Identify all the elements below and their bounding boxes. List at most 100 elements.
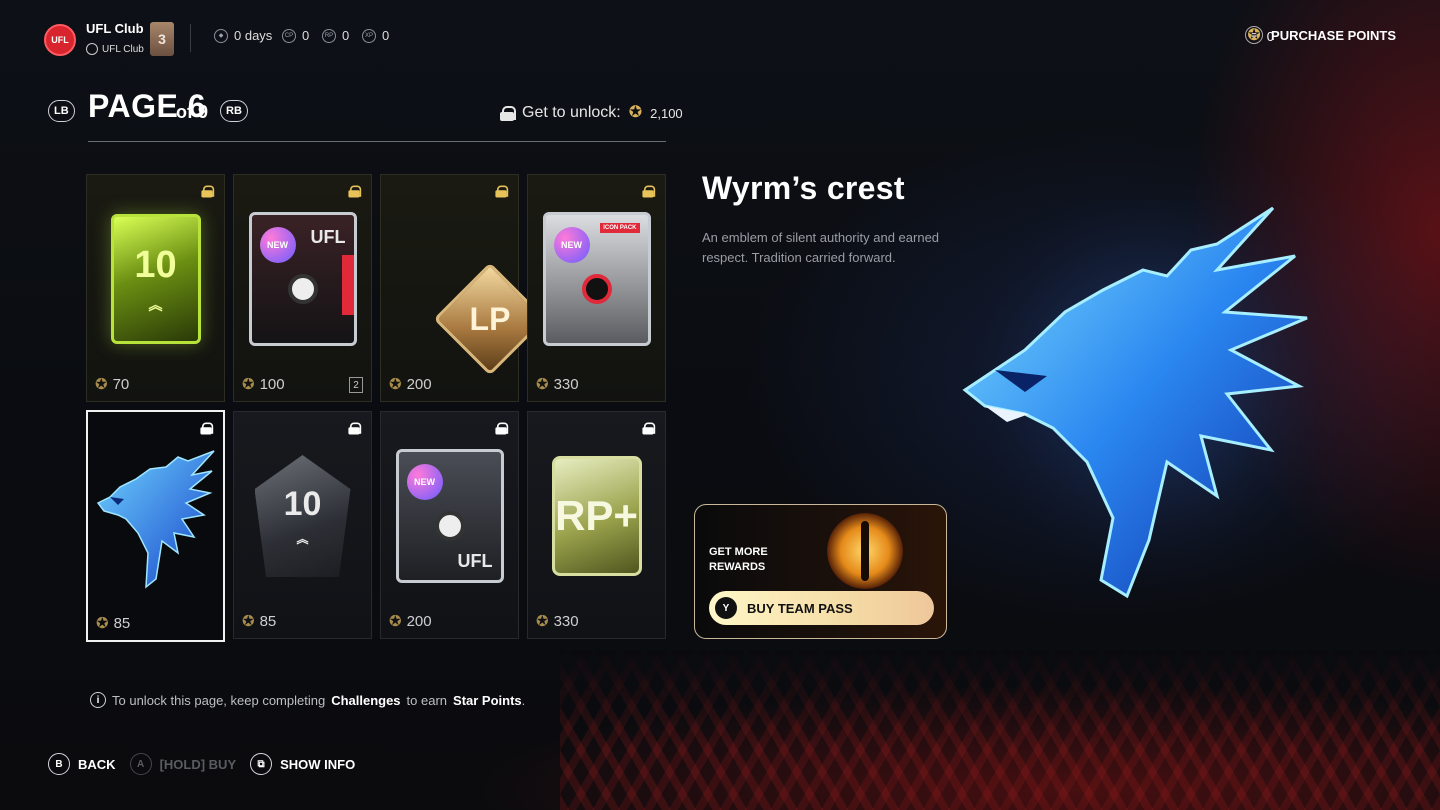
lb-button[interactable]: LB xyxy=(48,100,75,122)
tile-price: ✪ 100 xyxy=(242,376,285,393)
star-icon: ✪ xyxy=(95,376,108,393)
tile-price: ✪ 330 xyxy=(536,376,579,393)
reward-tile-pentagon-badge[interactable]: 10 ︽ ✪ 85 xyxy=(233,411,372,639)
stat-rp-value: 0 xyxy=(342,28,350,43)
stat-rp: RP 0 xyxy=(322,28,349,43)
pack-art: NEW UFL xyxy=(248,212,357,346)
quantity-badge: 2 xyxy=(349,377,363,393)
hint-suffix: . xyxy=(521,692,526,708)
hold-buy-label: [HOLD] BUY xyxy=(159,756,237,772)
view-button-icon: ⧉ xyxy=(250,753,273,775)
tile-price: ✪ 85 xyxy=(96,615,130,632)
reward-tile-lp-diamond[interactable]: LP ✪ 200 xyxy=(380,174,547,402)
unlock-requirement: Get to unlock: ✪ 2,100 xyxy=(500,104,683,122)
background-floor xyxy=(560,650,1440,810)
new-badge: NEW xyxy=(259,227,296,263)
reward-tile-dark-pack[interactable]: NEW UFL ✪ 200 xyxy=(380,411,519,639)
chevron-up-icon: ︽ xyxy=(296,532,309,546)
badge-number: 10 xyxy=(283,485,322,523)
tile-price-value: 200 xyxy=(406,376,432,393)
reward-tile-green-card[interactable]: 10 ︽ ✪ 70 xyxy=(86,174,225,402)
reward-grid: 10 ︽ ✪ 70 NEW UFL ✪ 100 2 LP ✪ 200 NEW I… xyxy=(86,174,668,642)
y-button-icon: Y xyxy=(715,597,737,619)
show-info-label: SHOW INFO xyxy=(280,756,356,772)
stat-xp-value: 0 xyxy=(382,28,390,43)
lock-icon xyxy=(495,185,509,198)
star-icon: ✪ xyxy=(96,615,109,632)
rp-icon: RP xyxy=(322,28,336,43)
stat-xp: XP 0 xyxy=(362,28,389,43)
shield-icon: ◆ xyxy=(214,28,228,43)
back-button[interactable]: B BACK xyxy=(48,753,116,775)
menu-icon: ≡ xyxy=(1245,26,1264,44)
team-pass-promo: GET MORE REWARDS Y BUY TEAM PASS xyxy=(694,504,947,639)
back-label: BACK xyxy=(78,756,116,772)
tile-price-value: 70 xyxy=(112,376,130,393)
tile-price-value: 330 xyxy=(553,613,579,630)
promo-text: GET MORE REWARDS xyxy=(709,545,768,575)
card-number: 10 xyxy=(134,243,177,286)
club-name: UFL Club xyxy=(86,21,144,36)
unlock-label: Get to unlock: xyxy=(522,104,621,121)
dragon-crest-preview xyxy=(955,200,1315,600)
reward-tile-white-pack[interactable]: NEW ICON PACK ✪ 330 xyxy=(527,174,666,402)
buy-team-pass-button[interactable]: Y BUY TEAM PASS xyxy=(709,591,934,625)
club-mini-icon xyxy=(86,43,98,55)
star-icon: ✪ xyxy=(536,613,549,630)
star-icon: ✪ xyxy=(536,376,549,393)
tile-price-value: 330 xyxy=(553,376,579,393)
rb-button[interactable]: RB xyxy=(220,100,248,122)
stat-days-value: 0 days xyxy=(234,28,273,43)
lock-icon xyxy=(348,185,362,198)
icon-pack-tag: ICON PACK xyxy=(600,223,640,233)
lock-icon xyxy=(642,185,656,198)
pack-art: NEW ICON PACK xyxy=(542,212,651,346)
hint-challenges: Challenges xyxy=(331,692,401,708)
tile-price-value: 85 xyxy=(259,613,277,630)
item-description: An emblem of silent authority and earned… xyxy=(702,230,940,265)
hint-middle: to earn xyxy=(406,692,448,708)
tile-price: ✪ 70 xyxy=(95,376,129,393)
a-button-icon: A xyxy=(129,753,152,775)
tile-price: ✪ 330 xyxy=(536,613,579,630)
tile-price: ✪ 200 xyxy=(389,613,432,630)
ball-icon xyxy=(434,511,465,542)
stat-days: ◆ 0 days xyxy=(214,28,272,43)
lock-icon xyxy=(200,422,214,435)
hold-buy-button[interactable]: A [HOLD] BUY xyxy=(129,753,237,775)
purchase-label: PURCHASE POINTS xyxy=(1271,27,1396,43)
promo-line-2: REWARDS xyxy=(709,561,766,573)
lock-icon xyxy=(500,105,516,121)
hint-prefix: To unlock this page, keep completing xyxy=(112,692,326,708)
promo-line-1: GET MORE xyxy=(709,546,768,558)
purchase-points-button[interactable]: ≡ PURCHASE POINTS xyxy=(1245,26,1396,44)
item-title: Wyrm’s crest xyxy=(702,170,905,206)
lp-label: LP xyxy=(469,300,510,337)
stat-cp-value: 0 xyxy=(302,28,310,43)
b-button-icon: B xyxy=(48,753,70,775)
xp-icon: XP xyxy=(362,28,376,43)
star-icon: ✪ xyxy=(242,376,255,393)
lock-icon xyxy=(642,422,656,435)
reward-tile-new-pack[interactable]: NEW UFL ✪ 100 2 xyxy=(233,174,372,402)
top-bar: UFL UFL Club UFL Club 3 ◆ 0 days CP 0 RP… xyxy=(44,18,1404,62)
star-icon: ✪ xyxy=(389,613,402,630)
rp-card-art: RP+ xyxy=(551,456,642,576)
tile-price: ✪ 200 xyxy=(389,376,432,393)
dragon-icon xyxy=(96,450,215,589)
tile-price-value: 200 xyxy=(406,613,432,630)
reward-tile-dragon-crest[interactable]: ✪ 85 xyxy=(86,410,225,642)
club-logo[interactable]: UFL xyxy=(44,24,76,56)
unlock-value: 2,100 xyxy=(650,105,683,121)
pack-brand: UFL xyxy=(310,227,346,247)
hint-star-points: Star Points xyxy=(453,692,522,708)
ball-icon xyxy=(581,274,612,305)
reward-tile-rp-card[interactable]: RP+ ✪ 330 xyxy=(527,411,666,639)
stat-cp: CP 0 xyxy=(282,28,309,43)
pack-stripe xyxy=(341,255,354,315)
show-info-button[interactable]: ⧉ SHOW INFO xyxy=(250,753,355,775)
pack-art: NEW UFL xyxy=(395,449,504,583)
divider xyxy=(190,24,191,52)
tile-price-value: 85 xyxy=(113,615,131,632)
cp-icon: CP xyxy=(282,28,296,43)
